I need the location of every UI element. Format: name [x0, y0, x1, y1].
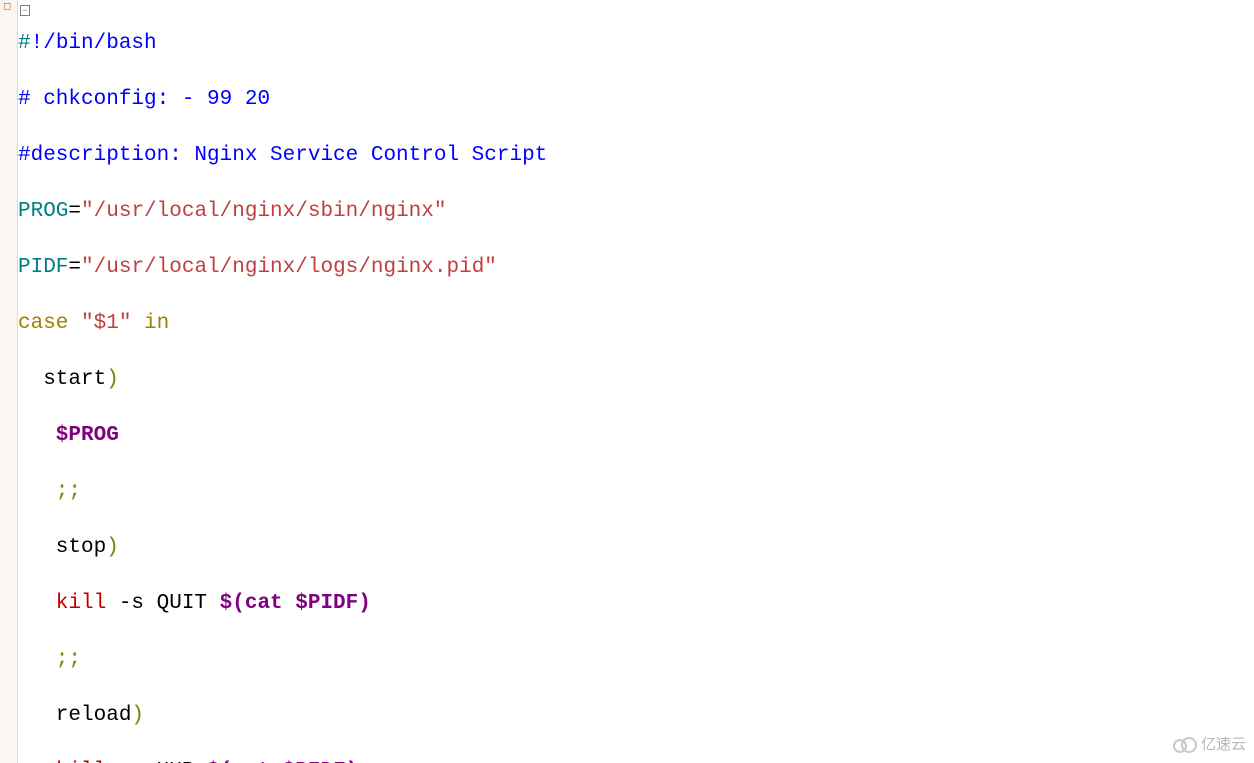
command: kill [18, 592, 106, 615]
assign-op: = [68, 200, 81, 223]
watermark-logo-icon [1173, 737, 1197, 753]
code-line: PIDF="/usr/local/nginx/logs/nginx.pid" [18, 254, 648, 282]
keyword: in [144, 312, 169, 335]
watermark-text: 亿速云 [1201, 731, 1246, 759]
paren: ) [131, 704, 144, 727]
case-label: reload [18, 704, 131, 727]
code-line: # chkconfig: - 99 20 [18, 86, 648, 114]
case-end: ;; [18, 480, 81, 503]
comment: #description: Nginx Service Control Scri… [18, 144, 547, 167]
code-line: case "$1" in [18, 310, 648, 338]
args: -s QUIT [106, 592, 219, 615]
code-line: reload) [18, 702, 648, 730]
paren: ) [106, 536, 119, 559]
variable: PROG [18, 200, 68, 223]
code-line: ;; [18, 478, 648, 506]
code-line: stop) [18, 534, 648, 562]
keyword: case [18, 312, 68, 335]
code-editor-content[interactable]: #!/bin/bash # chkconfig: - 99 20 #descri… [18, 2, 648, 763]
comment: # chkconfig: - 99 20 [18, 88, 270, 111]
code-line: kill -s QUIT $(cat $PIDF) [18, 590, 648, 618]
case-label: stop [18, 536, 106, 559]
shebang: !/bin/bash [31, 32, 157, 55]
assign-op: = [68, 256, 81, 279]
comment: # [18, 32, 31, 55]
code-line: PROG="/usr/local/nginx/sbin/nginx" [18, 198, 648, 226]
string: "$1" [68, 312, 144, 335]
string: "/usr/local/nginx/logs/nginx.pid" [81, 256, 497, 279]
paren: ) [106, 368, 119, 391]
code-line: #description: Nginx Service Control Scri… [18, 142, 648, 170]
subshell: $(cat $PIDF) [220, 592, 371, 615]
var-ref: $PROG [18, 424, 119, 447]
watermark: 亿速云 [1173, 731, 1246, 759]
string: "/usr/local/nginx/sbin/nginx" [81, 200, 446, 223]
case-end: ;; [18, 648, 81, 671]
code-line: $PROG [18, 422, 648, 450]
code-line: kill -s HUP $(cat $PIDF) [18, 758, 648, 763]
code-line: #!/bin/bash [18, 30, 648, 58]
variable: PIDF [18, 256, 68, 279]
case-label: start [18, 368, 106, 391]
code-line: ;; [18, 646, 648, 674]
editor-gutter: ◻ [0, 0, 18, 763]
bookmark-icon: ◻ [3, 3, 13, 13]
code-line: start) [18, 366, 648, 394]
